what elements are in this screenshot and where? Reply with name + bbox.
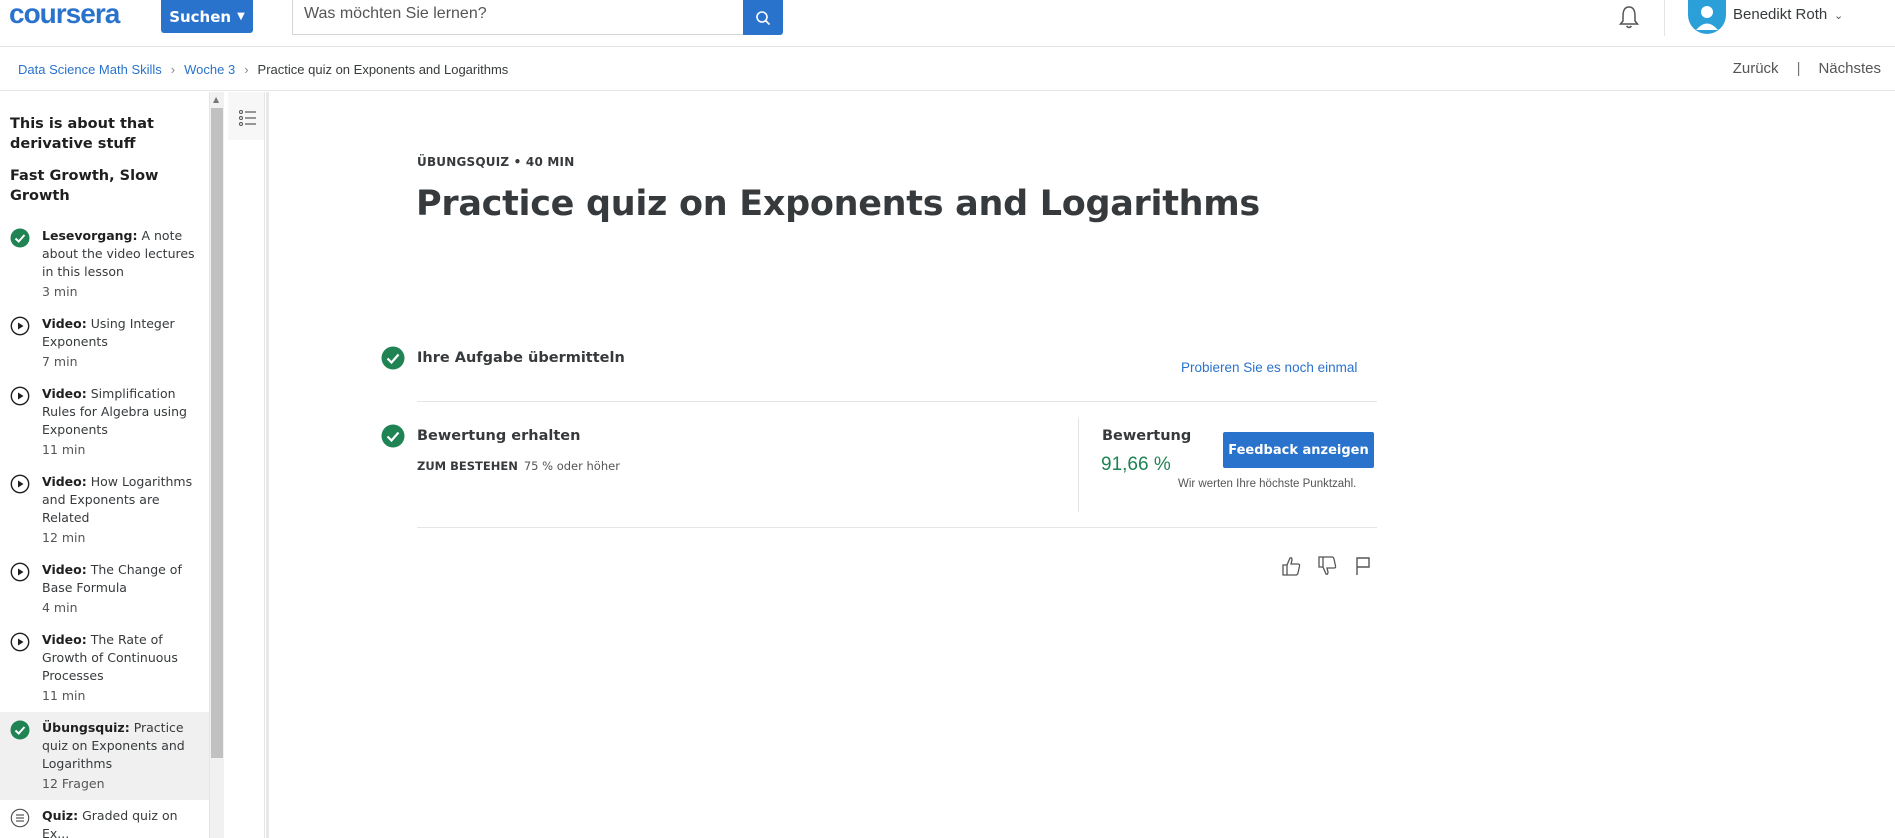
lesson-title: This is about that derivative stuff	[10, 116, 154, 152]
breadcrumb-week[interactable]: Woche 3	[184, 62, 235, 77]
retry-link[interactable]: Probieren Sie es noch einmal	[1181, 360, 1357, 375]
user-name[interactable]: Benedikt Roth	[1733, 6, 1827, 23]
sidebar-item-type: Übungsquiz:	[42, 720, 130, 735]
sidebar-item[interactable]: Video: How Logarithms and Exponents are …	[0, 466, 209, 554]
list-icon	[239, 110, 256, 126]
submit-assignment-step: Ihre Aufgabe übermitteln	[417, 350, 625, 366]
flag-icon[interactable]	[1352, 555, 1374, 577]
sidebar-item-duration: 3 min	[42, 284, 78, 299]
play-icon	[10, 474, 30, 494]
top-navigation-bar: coursera Suchen ▼ Was möchten Sie lernen…	[0, 0, 1895, 47]
sidebar-item-type: Quiz:	[42, 808, 79, 823]
sidebar-item-type: Video:	[42, 562, 87, 577]
divider	[417, 401, 1377, 402]
explore-button-label: Suchen	[169, 7, 232, 26]
sidebar-item-duration: 11 min	[42, 442, 86, 457]
passing-label: ZUM BESTEHEN	[417, 459, 518, 473]
sidebar-item-type: Lesevorgang:	[42, 228, 138, 243]
sidebar-item[interactable]: Übungsquiz: Practice quiz on Exponents a…	[0, 712, 209, 800]
avatar[interactable]	[1688, 0, 1726, 34]
user-icon	[1696, 6, 1718, 30]
sidebar-item-duration: 12 Fragen	[42, 776, 105, 791]
page-title: Practice quiz on Exponents and Logarithm…	[416, 184, 1260, 224]
sidebar-item[interactable]: Quiz: Graded quiz on Ex...	[0, 800, 209, 838]
check-icon	[10, 720, 30, 740]
coursera-logo[interactable]: coursera	[9, 0, 120, 28]
feedback-actions	[1280, 555, 1374, 577]
next-link[interactable]: Nächstes	[1818, 60, 1881, 77]
chevron-right-icon: ›	[170, 62, 176, 77]
thumbs-up-icon[interactable]	[1280, 555, 1302, 577]
breadcrumb-current: Practice quiz on Exponents and Logarithm…	[257, 62, 509, 77]
breadcrumb-bar: Data Science Math Skills › Woche 3 › Pra…	[0, 48, 1895, 91]
sidebar-item[interactable]: Video: The Change of Base Formula 4 min	[0, 554, 209, 624]
vertical-divider	[1078, 418, 1079, 512]
sidebar-item[interactable]: Video: Using Integer Exponents 7 min	[0, 308, 209, 378]
course-sidebar: This is about that derivative stuff Fast…	[0, 92, 210, 838]
grade-label: Bewertung	[1102, 428, 1192, 444]
section-title: Fast Growth, Slow Growth	[10, 168, 159, 204]
back-link[interactable]: Zurück	[1733, 60, 1779, 77]
chevron-right-icon: ›	[244, 62, 249, 77]
outline-toggle[interactable]	[228, 92, 264, 140]
scroll-up-arrow-icon[interactable]: ▲	[213, 95, 219, 104]
check-circle-icon	[381, 346, 405, 370]
breadcrumb-course[interactable]: Data Science Math Skills	[18, 62, 162, 77]
quiz-icon	[10, 808, 30, 828]
outline-rail	[225, 92, 265, 838]
check-icon	[10, 228, 30, 248]
item-navigation: Zurück | Nächstes	[1733, 60, 1881, 77]
chevron-down-icon: ▼	[237, 11, 245, 22]
sidebar-item[interactable]: Video: Simplification Rules for Algebra …	[0, 378, 209, 466]
passing-value: 75 % oder höher	[523, 459, 620, 473]
sidebar-item-duration: 7 min	[42, 354, 78, 369]
sidebar-item-type: Video:	[42, 386, 87, 401]
nav-divider: |	[1796, 60, 1801, 77]
sidebar-item-type: Video:	[42, 474, 87, 489]
search-input[interactable]: Was möchten Sie lernen?	[292, 0, 744, 35]
thumbs-down-icon[interactable]	[1316, 555, 1338, 577]
breadcrumb: Data Science Math Skills › Woche 3 › Pra…	[18, 62, 508, 77]
sidebar-item[interactable]: Lesevorgang: A note about the video lect…	[0, 220, 209, 308]
explore-button[interactable]: Suchen ▼	[161, 0, 253, 33]
receive-grade-step: Bewertung erhalten	[417, 428, 581, 444]
sidebar-item-type: Video:	[42, 632, 87, 647]
play-icon	[10, 316, 30, 336]
search-icon	[756, 10, 771, 25]
sidebar-item[interactable]: Video: The Rate of Growth of Continuous …	[0, 624, 209, 712]
highest-score-note: Wir werten Ihre höchste Punktzahl.	[1178, 478, 1357, 490]
play-icon	[10, 632, 30, 652]
play-icon	[10, 386, 30, 406]
sidebar-item-duration: 11 min	[42, 688, 86, 703]
bell-icon[interactable]	[1617, 4, 1641, 30]
header-divider	[1664, 0, 1665, 36]
search-button[interactable]	[743, 0, 783, 35]
sidebar-item-duration: 4 min	[42, 600, 78, 615]
view-feedback-button[interactable]: Feedback anzeigen	[1223, 432, 1374, 468]
check-circle-icon	[381, 424, 405, 448]
chevron-down-icon[interactable]: ⌄	[1834, 9, 1843, 22]
grade-value: 91,66 %	[1101, 454, 1171, 475]
sidebar-scrollbar-thumb[interactable]	[211, 108, 223, 758]
item-type-label: ÜBUNGSQUIZ • 40 MIN	[417, 155, 575, 169]
passing-requirement: ZUM BESTEHEN 75 % oder höher	[417, 459, 620, 473]
play-icon	[10, 562, 30, 582]
sidebar-item-duration: 12 min	[42, 530, 86, 545]
divider	[417, 527, 1377, 528]
sidebar-item-type: Video:	[42, 316, 87, 331]
